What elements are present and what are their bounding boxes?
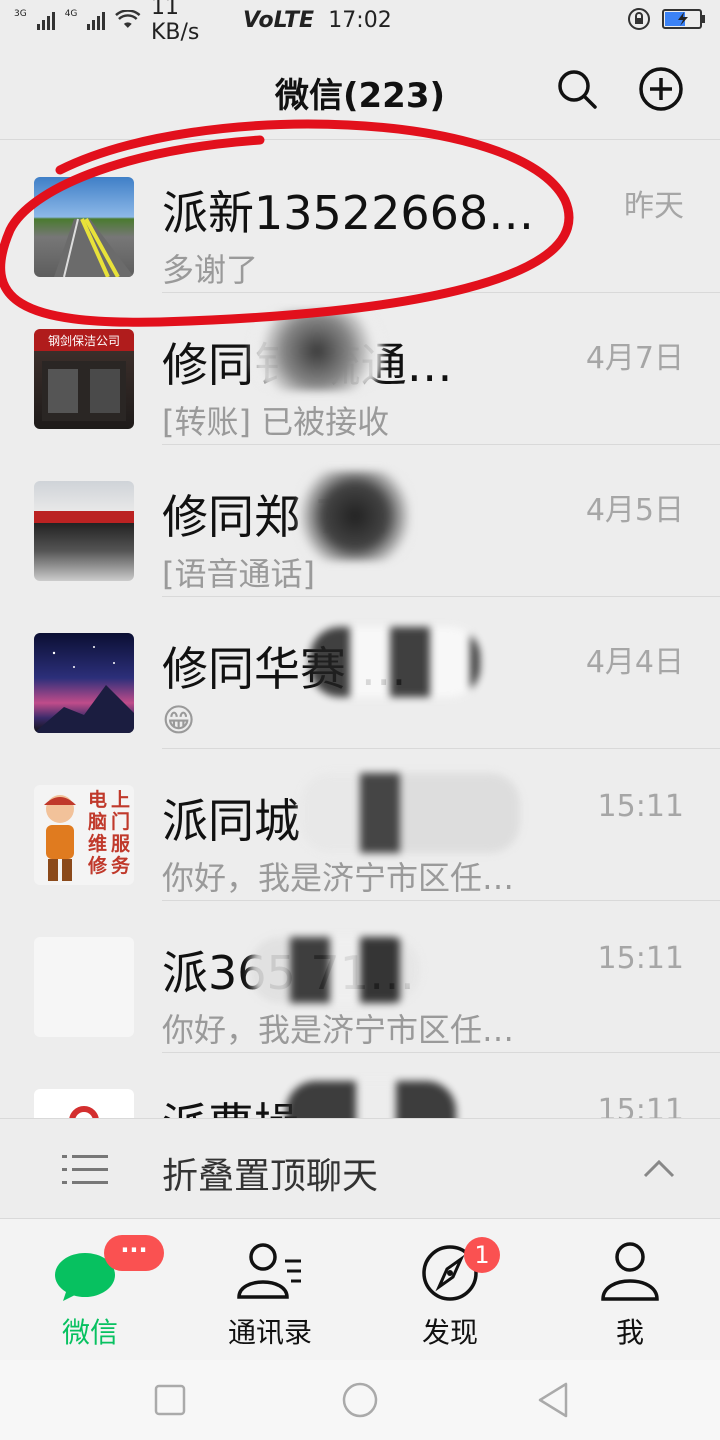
header: 微信(223)	[0, 40, 720, 140]
chat-time: 15:11	[597, 941, 684, 976]
chat-item[interactable]: 电上 脑门 维服 修务 派同城 你好，我是济宁市区任… 15:11	[0, 749, 720, 901]
avatar-shop-interior-photo	[34, 481, 134, 581]
status-bar: 3G 4G 11 KB/s VoLTE 17:02	[0, 0, 720, 45]
fold-pinned-chats-bar[interactable]: 折叠置顶聊天	[0, 1118, 720, 1218]
list-icon	[62, 1155, 108, 1184]
chat-item[interactable]: 派曹操 15:11	[0, 1053, 720, 1118]
triangle-back-icon[interactable]	[534, 1380, 574, 1420]
chat-preview: 你好，我是济宁市区任…	[162, 1011, 515, 1049]
tab-label: 我	[615, 1316, 644, 1349]
square-recent-icon[interactable]	[150, 1380, 190, 1420]
chat-list: 派新13522668… 多谢了 昨天 钢剑保洁公司 修同钅 疏通… [转账] 已…	[0, 141, 720, 1118]
avatar-road-photo	[34, 177, 134, 277]
privacy-blur	[250, 937, 420, 1003]
privacy-blur	[310, 627, 480, 697]
privacy-blur	[286, 1081, 456, 1118]
chat-name: 派新13522668…	[162, 186, 535, 240]
tab-label: 通讯录	[227, 1316, 312, 1349]
avatar-storefront-photo: 钢剑保洁公司	[34, 329, 134, 429]
avatar-red-logo	[34, 1089, 134, 1118]
chevron-up-icon[interactable]	[642, 1159, 676, 1179]
avatar-night-sky-photo	[34, 633, 134, 733]
privacy-blur	[300, 471, 410, 561]
clock: 17:02	[328, 7, 392, 33]
chat-preview: 多谢了	[162, 251, 259, 289]
chat-time: 4月4日	[585, 645, 684, 680]
plus-circle-icon	[639, 67, 683, 111]
status-right	[626, 6, 706, 32]
tab-label: 微信	[61, 1316, 118, 1349]
page-title: 微信(223)	[274, 76, 446, 116]
chat-item[interactable]: 修同郑 7… [语音通话] 4月5日	[0, 445, 720, 597]
fold-label: 折叠置顶聊天	[162, 1156, 379, 1197]
battery-icon	[662, 9, 705, 29]
avatar-text-grid: 电上 脑门 维服 修务	[87, 789, 130, 877]
chat-time: 昨天	[624, 189, 684, 224]
tab-discover[interactable]: 1 发现	[360, 1219, 540, 1361]
circle-home-icon[interactable]	[340, 1380, 380, 1420]
search-icon	[558, 70, 597, 109]
chat-name: 派同城	[162, 794, 300, 848]
discover-badge: 1	[464, 1237, 500, 1273]
chat-item[interactable]: 派新13522668… 多谢了 昨天	[0, 141, 720, 293]
chat-preview: 😁	[162, 701, 196, 739]
bottom-tab-bar: ··· 微信 通讯录 1 发现 我	[0, 1218, 720, 1360]
avatar-blank-white	[34, 937, 134, 1037]
avatar-repairman-cartoon: 电上 脑门 维服 修务	[34, 785, 134, 885]
tab-label: 发现	[421, 1316, 478, 1349]
tab-contacts[interactable]: 通讯录	[180, 1219, 360, 1361]
chat-item[interactable]: 钢剑保洁公司 修同钅 疏通… [转账] 已被接收 4月7日	[0, 293, 720, 445]
contacts-icon	[237, 1243, 301, 1299]
tab-chats[interactable]: ··· 微信	[0, 1219, 180, 1361]
chat-preview: 你好，我是济宁市区任…	[162, 859, 515, 897]
avatar-text: 钢剑保洁公司	[47, 334, 120, 348]
search-button[interactable]	[552, 64, 602, 114]
system-nav-bar	[0, 1360, 720, 1440]
privacy-blur	[252, 311, 382, 391]
chat-item[interactable]: 派365 71… 你好，我是济宁市区任… 15:11	[0, 901, 720, 1053]
chat-time: 4月5日	[585, 493, 684, 528]
chat-time: 4月7日	[585, 341, 684, 376]
chat-preview: [语音通话]	[162, 555, 315, 593]
chat-preview: [转账] 已被接收	[162, 403, 390, 441]
privacy-blur	[300, 773, 520, 853]
chat-time: 15:11	[597, 1093, 684, 1118]
add-button[interactable]	[636, 64, 686, 114]
unread-badge: ···	[104, 1235, 164, 1271]
chat-item[interactable]: 修同华赛 … 😁 4月4日	[0, 597, 720, 749]
tab-me[interactable]: 我	[540, 1219, 720, 1361]
chat-name: 派曹操	[162, 1089, 300, 1118]
person-icon	[601, 1242, 659, 1301]
chat-time: 15:11	[597, 789, 684, 824]
rotation-lock-icon	[628, 8, 650, 30]
